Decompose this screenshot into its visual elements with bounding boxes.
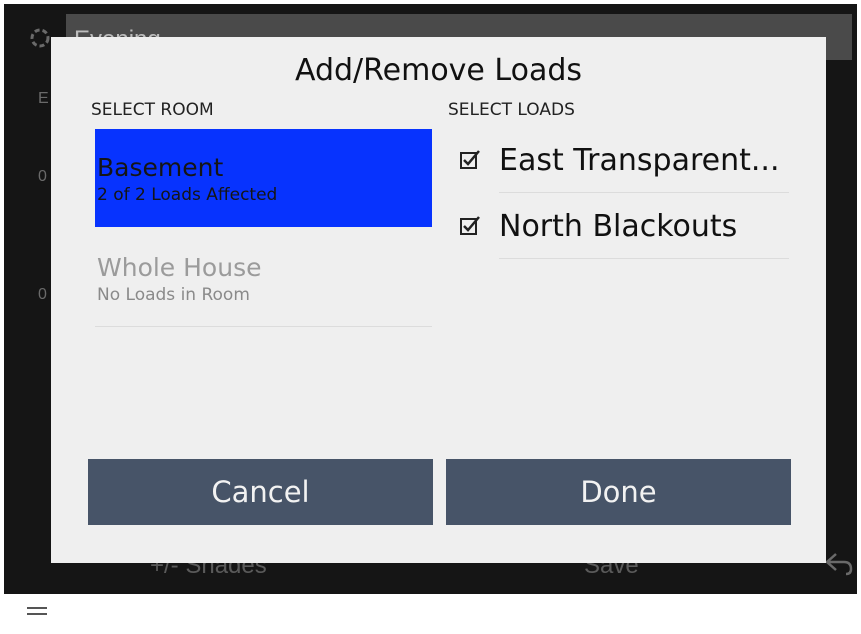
checkbox-checked-icon[interactable]: [459, 149, 481, 171]
divider: [95, 326, 432, 327]
back-arrow-icon[interactable]: [824, 550, 854, 576]
room-name: Whole House: [97, 253, 262, 282]
settings-icon[interactable]: [28, 26, 52, 50]
room-item-whole-house[interactable]: Whole House No Loads in Room: [95, 229, 432, 327]
divider: [499, 258, 789, 259]
add-remove-loads-dialog: Add/Remove Loads SELECT ROOM SELECT LOAD…: [51, 37, 826, 563]
room-item-basement[interactable]: Basement 2 of 2 Loads Affected: [95, 129, 432, 227]
checkbox-checked-icon[interactable]: [459, 215, 481, 237]
cancel-button[interactable]: Cancel: [88, 459, 433, 525]
room-name: Basement: [97, 153, 224, 182]
load-label: East Transparent...: [499, 143, 780, 178]
room-subtitle: 2 of 2 Loads Affected: [97, 185, 278, 205]
load-item-east-transparent[interactable]: East Transparent...: [459, 129, 789, 193]
side-label-2: 0: [38, 168, 47, 185]
divider: [499, 192, 789, 193]
select-room-label: SELECT ROOM: [91, 100, 214, 120]
select-loads-label: SELECT LOADS: [448, 100, 575, 120]
dialog-title: Add/Remove Loads: [294, 53, 583, 88]
load-label: North Blackouts: [499, 209, 738, 244]
room-subtitle: No Loads in Room: [97, 285, 250, 305]
menu-icon[interactable]: [27, 607, 47, 621]
side-label-3: 0: [38, 286, 47, 303]
side-label-1: E: [38, 90, 49, 107]
bottom-bar: [0, 594, 861, 634]
load-item-north-blackouts[interactable]: North Blackouts: [459, 195, 789, 259]
done-button[interactable]: Done: [446, 459, 791, 525]
